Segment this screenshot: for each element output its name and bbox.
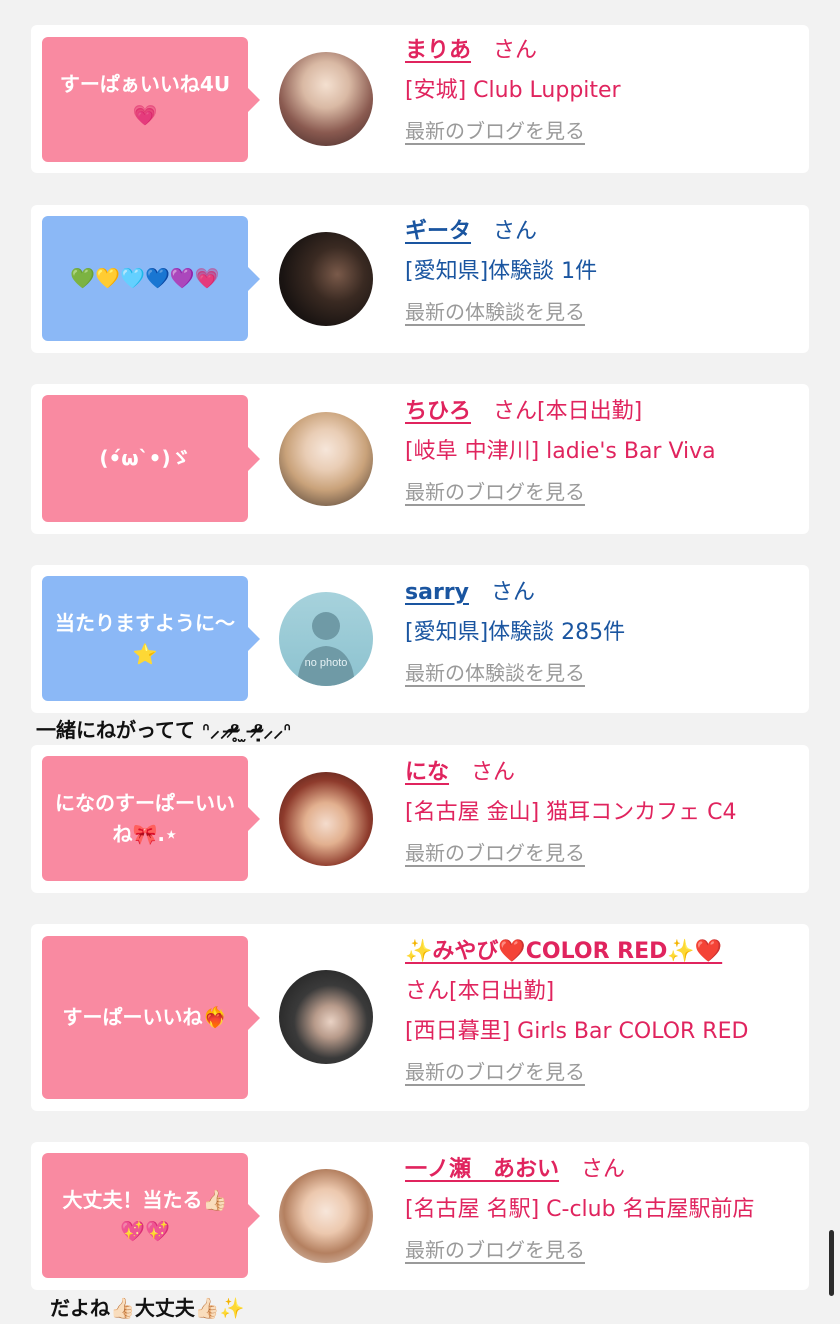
fire-heart-emoji: ❤️‍🔥 [202, 1005, 228, 1029]
recommendation-card: 当たりますように〜⭐ no photo sarry さん [愛知県]体験談 285… [31, 565, 809, 713]
user-name-link[interactable]: ✨みやび❤️COLOR RED✨❤️ [405, 939, 722, 964]
shop-location: [安城] Club Luppiter [405, 78, 621, 103]
recommendation-card: 大丈夫！当たる👍🏻 💖💖 一ノ瀬 あおい さん [名古屋 名駅] C-club 名古… [31, 1142, 809, 1290]
scrollbar[interactable] [829, 1230, 834, 1296]
shop-location: [名古屋 金山] 猫耳コンカフェ C4 [405, 800, 737, 825]
view-latest-link[interactable]: 最新のブログを見る [405, 472, 791, 512]
view-latest-link[interactable]: 最新のブログを見る [405, 833, 791, 873]
comment-text: だよね👍🏻大丈夫👍🏻✨ [50, 1296, 245, 1320]
review-count: [愛知県]体験談 285件 [405, 620, 626, 645]
star-emoji: ⭐ [132, 641, 158, 666]
user-name-link[interactable]: 一ノ瀬 あおい [405, 1157, 559, 1182]
honorific: さん [471, 760, 516, 785]
recommendation-card: すーぱぁいいね4U 💗 まりあ さん [安城] Club Luppiter 最新のブ… [31, 25, 809, 173]
view-latest-link[interactable]: 最新のブログを見る [405, 1052, 791, 1092]
user-name-link[interactable]: ギータ [405, 219, 471, 244]
shop-location: [名古屋 名駅] C-club 名古屋駅前店 [405, 1197, 755, 1222]
shop-location: [西日暮里] Girls Bar COLOR RED [405, 1019, 749, 1044]
comment-bubble: 大丈夫！当たる👍🏻 💖💖 [42, 1153, 260, 1278]
view-latest-link[interactable]: 最新のブログを見る [405, 111, 791, 151]
comment-bubble: 💚💛🩵💙💜💗 [42, 216, 260, 341]
recommendation-card: すーぱーいいね❤️‍🔥 ✨みやび❤️COLOR RED✨❤️ さん[本日出勤] … [31, 924, 809, 1111]
avatar[interactable] [279, 412, 373, 506]
honorific: さん [493, 219, 538, 244]
honorific: さん [581, 1157, 626, 1182]
sparkle-heart-emoji: 💖💖 [120, 1218, 170, 1243]
person-silhouette-icon: no photo [297, 612, 355, 686]
honorific: さん [493, 399, 538, 424]
comment-bubble: すーぱーいいね❤️‍🔥 [42, 936, 260, 1099]
status-text: [本日出勤] [537, 399, 643, 424]
comment-text: 一緒にねがってて ᐢ⸝⸝ᵒ̴̶̷̥ ̫ ᵒ̴̶̷̣⸝⸝ᐢ [36, 718, 292, 742]
heart-emoji: 💗 [132, 102, 158, 127]
user-name-link[interactable]: まりあ [405, 38, 471, 63]
honorific: さん [490, 580, 535, 605]
avatar[interactable] [279, 970, 373, 1064]
view-latest-link[interactable]: 最新の体験談を見る [405, 653, 791, 693]
avatar[interactable] [279, 772, 373, 866]
comment-bubble: すーぱぁいいね4U 💗 [42, 37, 260, 162]
comment-bubble: になのすーぱーいいね🎀.⋆ [42, 756, 260, 881]
avatar[interactable] [279, 52, 373, 146]
recommendation-card: (•́ω`•)ゞ ちひろ さん[本日出勤] [岐阜 中津川] ladie's Ba… [31, 384, 809, 534]
view-latest-link[interactable]: 最新の体験談を見る [405, 292, 791, 332]
recommendation-card: になのすーぱーいいね🎀.⋆ にな さん [名古屋 金山] 猫耳コンカフェ C4 最… [31, 745, 809, 893]
recommendation-card: 💚💛🩵💙💜💗 ギータ さん [愛知県]体験談 1件 最新の体験談を見る [31, 205, 809, 353]
svg-text:no photo: no photo [305, 657, 348, 669]
comment-bubble: (•́ω`•)ゞ [42, 395, 260, 522]
avatar[interactable] [279, 232, 373, 326]
user-name-link[interactable]: sarry [405, 580, 469, 605]
honorific: さん [493, 38, 538, 63]
user-name-link[interactable]: ちひろ [405, 399, 471, 424]
honorific: さん [405, 979, 450, 1004]
review-count: [愛知県]体験談 1件 [405, 259, 598, 284]
user-name-link[interactable]: にな [405, 760, 449, 785]
shop-location: [岐阜 中津川] ladie's Bar Viva [405, 439, 716, 464]
avatar[interactable] [279, 1169, 373, 1263]
no-photo-avatar[interactable]: no photo [279, 592, 373, 686]
comment-bubble: 当たりますように〜⭐ [42, 576, 260, 701]
status-text: [本日出勤] [449, 979, 555, 1004]
view-latest-link[interactable]: 最新のブログを見る [405, 1230, 791, 1270]
hearts-emoji: 💚💛🩵💙💜💗 [70, 266, 220, 290]
